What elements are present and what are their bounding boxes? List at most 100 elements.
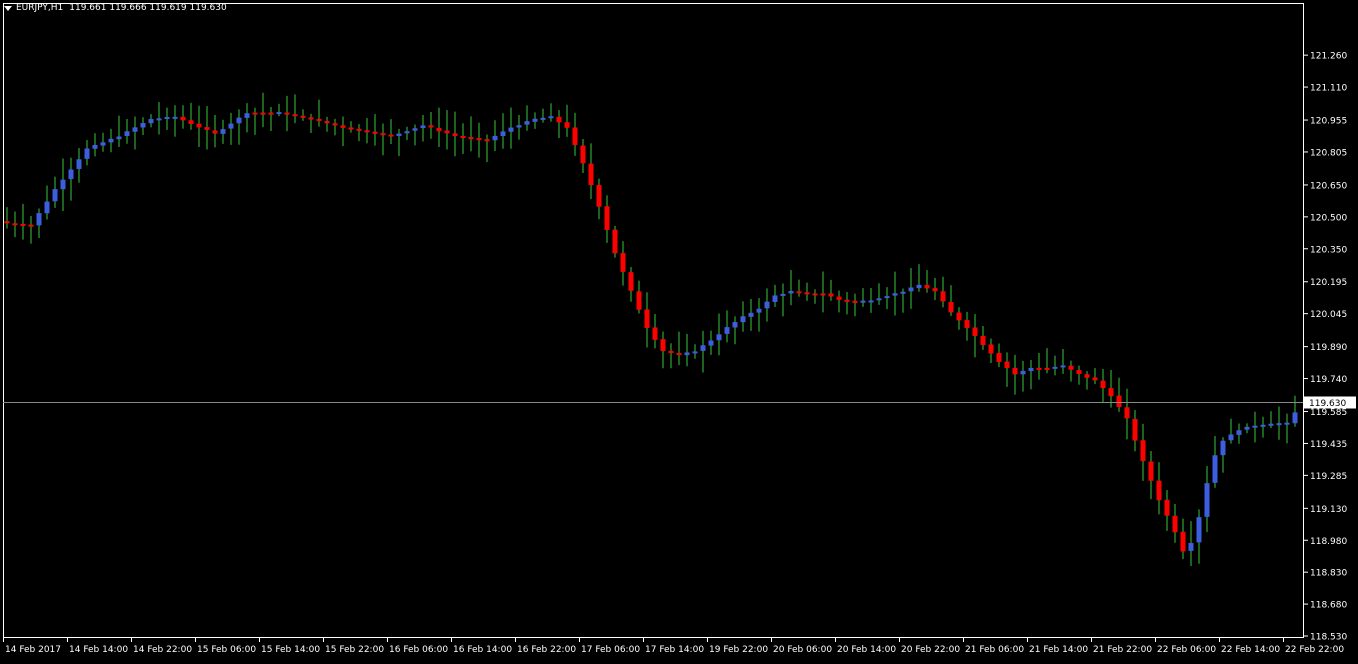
bear-candle-body: [188, 120, 194, 124]
bull-candle-body: [148, 119, 154, 124]
bear-candle-body: [1116, 395, 1122, 408]
bull-candle-body: [1060, 365, 1066, 368]
bear-candle-body: [300, 115, 306, 118]
x-tick-label: 22 Feb 14:00: [1221, 645, 1280, 655]
bear-candle-body: [668, 350, 674, 354]
bull-candle-body: [92, 144, 98, 149]
bull-candle-body: [508, 127, 514, 132]
bull-candle-body: [172, 116, 178, 119]
y-tick-label: 119.285: [1310, 472, 1347, 482]
y-tick-label: 121.260: [1310, 52, 1347, 62]
bear-candle-body: [676, 353, 682, 356]
bear-candle-body: [452, 133, 458, 137]
bull-candle-body: [892, 293, 898, 296]
bull-candle-body: [44, 201, 50, 214]
bull-candle-body: [524, 121, 530, 125]
bear-candle-body: [180, 116, 186, 121]
bull-candle-body: [36, 213, 42, 226]
y-tick-label: 119.130: [1310, 505, 1347, 515]
bear-candle-body: [476, 138, 482, 141]
bull-candle-body: [1244, 426, 1250, 430]
bull-candle-body: [1292, 412, 1298, 424]
bull-candle-body: [1220, 440, 1226, 456]
chart-area[interactable]: 119.630 121.260 121.110 120.955 120.805 120.…: [0, 0, 1358, 660]
bear-candle-body: [796, 291, 802, 294]
bear-candle-body: [1164, 499, 1170, 516]
bear-candle-body: [604, 206, 610, 230]
bull-candle-body: [788, 290, 794, 294]
bull-candle-body: [884, 296, 890, 299]
dropdown-triangle-icon[interactable]: [4, 5, 12, 11]
bear-candle-body: [444, 130, 450, 134]
bear-candle-body: [612, 229, 618, 254]
y-tick-label: 120.045: [1310, 310, 1347, 320]
bull-candle-body: [1276, 423, 1282, 426]
bear-candle-body: [12, 223, 18, 226]
bull-candle-body: [412, 128, 418, 131]
bull-candle-body: [716, 334, 722, 341]
y-tick-label: 118.830: [1310, 569, 1347, 579]
bear-candle-body: [956, 312, 962, 321]
bear-candle-body: [996, 353, 1002, 363]
y-tick-label: 119.890: [1310, 343, 1347, 353]
y-tick-label: 120.500: [1310, 213, 1347, 223]
bear-candle-body: [580, 145, 586, 164]
bull-candle-body: [60, 179, 66, 190]
x-tick-label: 16 Feb 14:00: [453, 645, 512, 655]
bear-candle-body: [572, 127, 578, 146]
bear-candle-body: [252, 112, 258, 115]
bear-candle-body: [852, 300, 858, 303]
bear-candle-body: [1044, 367, 1050, 370]
bull-candle-body: [132, 127, 138, 132]
bull-candle-body: [1188, 543, 1194, 551]
bear-candle-body: [556, 116, 562, 123]
bull-candle-body: [540, 117, 546, 120]
y-tick-label: 119.740: [1310, 375, 1347, 385]
bull-candle-body: [124, 131, 130, 136]
bear-candle-body: [1180, 531, 1186, 552]
bull-candle-body: [860, 300, 866, 303]
bull-candle-body: [276, 112, 282, 115]
bear-candle-body: [1076, 370, 1082, 374]
y-tick-label: 119.435: [1310, 440, 1347, 450]
y-tick-label: 120.195: [1310, 278, 1347, 288]
bull-candle-body: [1028, 367, 1034, 372]
x-tick-label: 22 Feb 06:00: [1157, 645, 1216, 655]
bull-candle-body: [876, 298, 882, 301]
bear-candle-body: [340, 125, 346, 128]
bear-candle-body: [1148, 461, 1154, 481]
y-tick-label: 120.955: [1310, 117, 1347, 127]
bear-candle-body: [1012, 367, 1018, 375]
bull-candle-body: [532, 118, 538, 122]
bear-candle-body: [660, 339, 666, 352]
bear-candle-body: [316, 118, 322, 121]
bull-candle-body: [236, 117, 242, 124]
bull-candle-body: [396, 133, 402, 136]
bear-candle-body: [212, 130, 218, 134]
x-tick-label: 20 Feb 14:00: [837, 645, 896, 655]
y-tick-label: 118.530: [1310, 633, 1347, 643]
x-tick-label: 19 Feb 22:00: [709, 645, 768, 655]
bear-candle-body: [28, 224, 34, 227]
bull-candle-body: [1212, 455, 1218, 483]
bear-candle-body: [1084, 374, 1090, 378]
bull-candle-body: [220, 129, 226, 134]
bear-candle-body: [812, 293, 818, 296]
y-tick-label: 120.350: [1310, 245, 1347, 255]
bear-candle-body: [388, 134, 394, 137]
bull-candle-body: [516, 125, 522, 128]
bull-candle-body: [1204, 483, 1210, 517]
bull-candle-body: [84, 148, 90, 159]
y-tick-label: 118.980: [1310, 537, 1347, 547]
bear-candle-body: [292, 114, 298, 117]
bear-candle-body: [620, 253, 626, 272]
bull-candle-body: [908, 287, 914, 292]
bear-candle-body: [948, 301, 954, 313]
bear-candle-body: [924, 284, 930, 289]
bull-candle-body: [68, 169, 74, 180]
bear-candle-body: [484, 139, 490, 142]
bear-candle-body: [1140, 440, 1146, 462]
bull-candle-body: [156, 118, 162, 121]
x-tick-label: 15 Feb 22:00: [325, 645, 384, 655]
x-tick-label: 14 Feb 14:00: [69, 645, 128, 655]
